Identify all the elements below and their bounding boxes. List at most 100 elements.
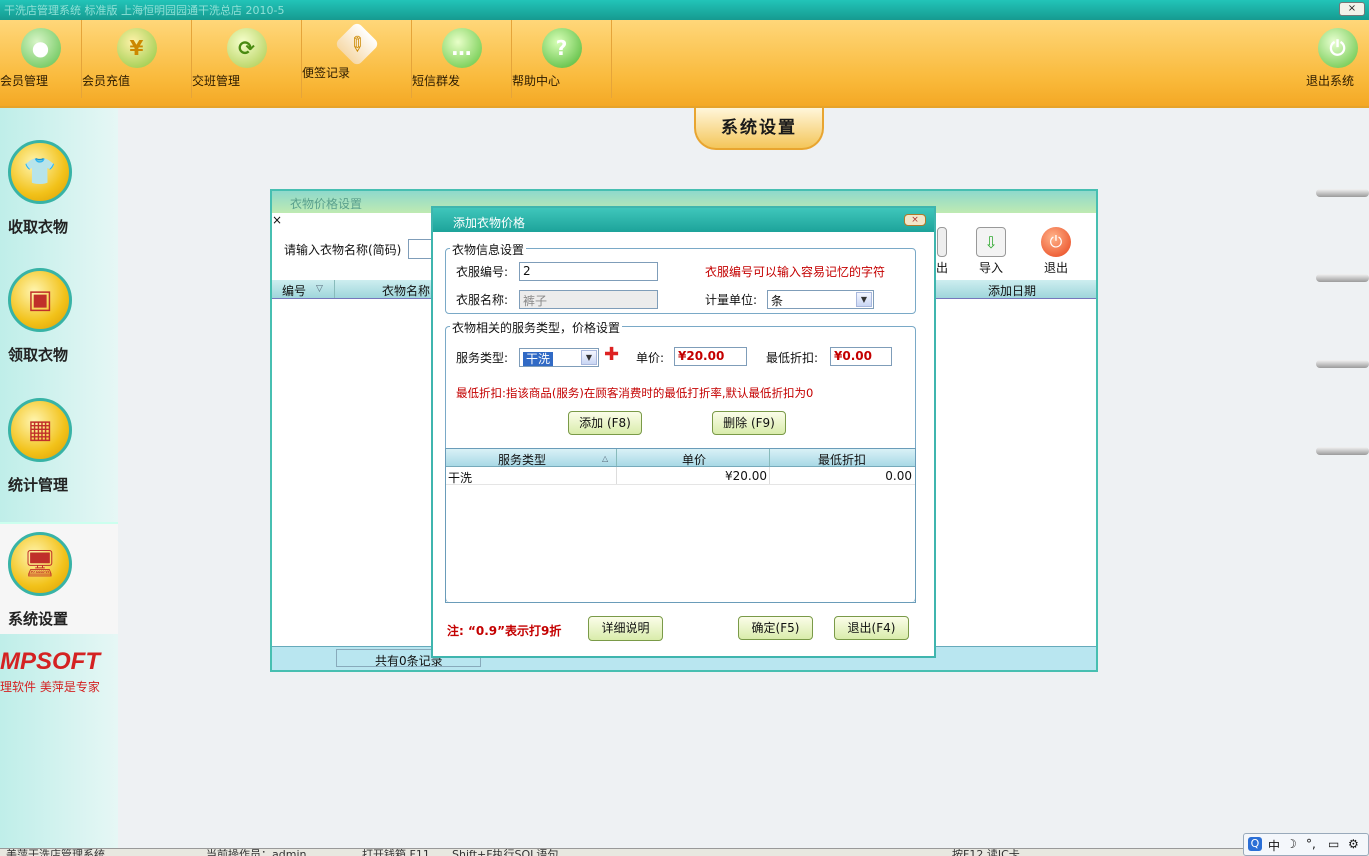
footer-note: 注: “0.9”表示打9折	[447, 624, 562, 638]
chevron-down-icon[interactable]: ▼	[856, 292, 872, 307]
ok-button[interactable]: 确定(F5)	[738, 616, 813, 640]
power-icon: ⏻	[1317, 28, 1358, 68]
app-title: 干洗店管理系统 标准版 上海恒明园园通干洗总店 2010-5	[4, 4, 285, 17]
toolbar-recharge-button[interactable]: ¥ 会员充值	[82, 20, 192, 98]
toolbar-member-label: 会员管理	[0, 74, 49, 88]
note-icon: ✎	[333, 21, 380, 67]
nav-item-label: 系统设置	[8, 610, 69, 628]
keyboard-icon[interactable]: ▭	[1328, 837, 1339, 851]
settings-icon[interactable]: ⚙	[1348, 837, 1359, 851]
add-button[interactable]: 添加 (F8)	[568, 411, 642, 435]
brand-slogan: 理软件 美萍是专家	[0, 680, 100, 694]
nav-item-receive-clothes[interactable]: 👕 收取衣物	[0, 140, 118, 240]
toolbar-note-button[interactable]: ✎ 便签记录	[302, 20, 412, 98]
toolbar-shift-button[interactable]: ⟳ 交班管理	[192, 20, 302, 98]
export-label: 出	[935, 261, 948, 275]
column-header-service-type[interactable]: 服务类型	[498, 451, 546, 468]
service-price-legend: 衣物相关的服务类型，价格设置	[450, 319, 623, 336]
sort-up-icon: △	[602, 454, 609, 463]
app-title-bar: 干洗店管理系统 标准版 上海恒明园园通干洗总店 2010-5 ×	[0, 0, 1369, 20]
price-input[interactable]: ¥20.00	[674, 347, 747, 366]
min-discount-label: 最低折扣:	[766, 351, 819, 365]
nav-item-label: 统计管理	[8, 476, 69, 494]
moon-icon[interactable]: ☽	[1286, 837, 1297, 851]
recharge-icon: ¥	[116, 28, 157, 68]
status-app-name: 美萍干洗店管理系统	[6, 848, 105, 856]
search-icon[interactable]: Q	[1248, 837, 1262, 851]
ime-mode[interactable]: 中	[1268, 837, 1280, 854]
sort-down-icon: ▽	[316, 284, 323, 294]
toolbar-recharge-label: 会员充值	[82, 74, 131, 88]
punctuation-icon[interactable]: °,	[1306, 837, 1316, 851]
code-input[interactable]: 2	[519, 262, 658, 281]
cancel-button[interactable]: 退出(F4)	[834, 616, 909, 640]
clothes-info-group: 衣物信息设置 衣服编号: 2 衣服编号可以输入容易记忆的字符 衣服名称: 裤子 …	[445, 241, 916, 314]
shift-icon: ⟳	[226, 28, 267, 68]
service-type-select[interactable]: 干洗 ▼	[519, 348, 599, 367]
status-drawer: 打开钱箱 F11	[362, 848, 430, 856]
column-header-name[interactable]: 衣物名称	[382, 282, 430, 299]
clothes-info-legend: 衣物信息设置	[450, 241, 527, 258]
unit-select-value: 条	[771, 294, 784, 308]
close-icon[interactable]: ×	[904, 214, 926, 226]
service-price-table: 服务类型 △ 单价 最低折扣 干洗 ¥20.00 0.00	[445, 448, 916, 603]
name-label: 衣服名称:	[456, 293, 509, 307]
toolbar-member-button[interactable]: ● 会员管理	[0, 20, 82, 98]
brand-logo: MPSOFT	[0, 648, 100, 675]
service-type-select-value: 干洗	[523, 352, 554, 366]
power-icon: ⏻	[1041, 227, 1071, 257]
cell-min-discount: 0.00	[885, 469, 912, 483]
sms-icon: …	[441, 28, 482, 68]
bag-icon: ▣	[8, 268, 72, 332]
column-header-min-discount[interactable]: 最低折扣	[818, 451, 866, 468]
table-row[interactable]: 干洗 ¥20.00 0.00	[446, 467, 915, 485]
binder-ring-decoration	[1316, 189, 1369, 197]
binder-ring-decoration	[1316, 447, 1369, 455]
import-icon: ⇩	[976, 227, 1006, 257]
import-button[interactable]: ⇩ 导入	[971, 227, 1011, 276]
add-service-type-icon[interactable]: ✚	[604, 344, 619, 365]
help-icon: ?	[541, 28, 582, 68]
status-sql: Shift+F执行SQL语句	[452, 848, 559, 856]
code-hint: 衣服编号可以输入容易记忆的字符	[705, 265, 886, 279]
add-clothes-price-dialog: 添加衣物价格 × 衣物信息设置 衣服编号: 2 衣服编号可以输入容易记忆的字符 …	[431, 206, 936, 658]
toolbar-exit-label: 退出系统	[1306, 74, 1355, 88]
min-discount-input[interactable]: ¥0.00	[830, 347, 892, 366]
nav-item-system-settings[interactable]: 🖥 系统设置	[0, 522, 118, 634]
binder-ring-decoration	[1316, 360, 1369, 368]
service-type-label: 服务类型:	[456, 351, 509, 365]
toolbar-help-button[interactable]: ? 帮助中心	[512, 20, 612, 98]
cell-price: ¥20.00	[725, 469, 767, 483]
ime-toolbar: Q 中 ☽ °, ▭ ⚙	[1243, 833, 1369, 856]
code-label: 衣服编号:	[456, 265, 509, 279]
toolbar-help-label: 帮助中心	[512, 74, 561, 88]
stats-icon: ▦	[8, 398, 72, 462]
export-icon	[937, 227, 947, 257]
unit-select[interactable]: 条 ▼	[767, 290, 874, 309]
delete-button[interactable]: 删除 (F9)	[712, 411, 786, 435]
name-input[interactable]: 裤子	[519, 290, 658, 309]
status-card: 按F12 读IC卡	[952, 848, 1020, 856]
shirt-icon: 👕	[8, 140, 72, 204]
exit-label: 退出	[1043, 261, 1068, 275]
cell-service-type: 干洗	[448, 471, 473, 485]
price-label: 单价:	[636, 351, 665, 365]
toolbar-exit-button[interactable]: ⏻ 退出系统	[1306, 20, 1369, 98]
toolbar-sms-button[interactable]: … 短信群发	[412, 20, 512, 98]
nav-item-pickup-clothes[interactable]: ▣ 领取衣物	[0, 268, 118, 368]
detail-button[interactable]: 详细说明	[588, 616, 663, 641]
column-header-date[interactable]: 添加日期	[988, 282, 1036, 299]
main-toolbar: ● 会员管理 ¥ 会员充值 ⟳ 交班管理 ✎ 便签记录 … 短信群发 ? 帮助中…	[0, 20, 1369, 108]
column-header-price[interactable]: 单价	[682, 451, 706, 468]
monitor-icon: 🖥	[8, 532, 72, 596]
app-close-button[interactable]: ×	[1339, 2, 1365, 16]
column-header-id[interactable]: 编号	[282, 282, 306, 299]
nav-item-label: 收取衣物	[8, 218, 69, 236]
nav-item-statistics[interactable]: ▦ 统计管理	[0, 398, 118, 498]
binder-ring-decoration	[1316, 274, 1369, 282]
left-nav: 👕 收取衣物 ▣ 领取衣物 ▦ 统计管理 🖥 系统设置	[0, 108, 118, 848]
table-header: 服务类型 △ 单价 最低折扣	[446, 449, 915, 467]
section-tab-system-settings: 系统设置	[694, 108, 824, 150]
exit-button[interactable]: ⏻ 退出	[1036, 227, 1076, 276]
chevron-down-icon[interactable]: ▼	[581, 350, 597, 365]
